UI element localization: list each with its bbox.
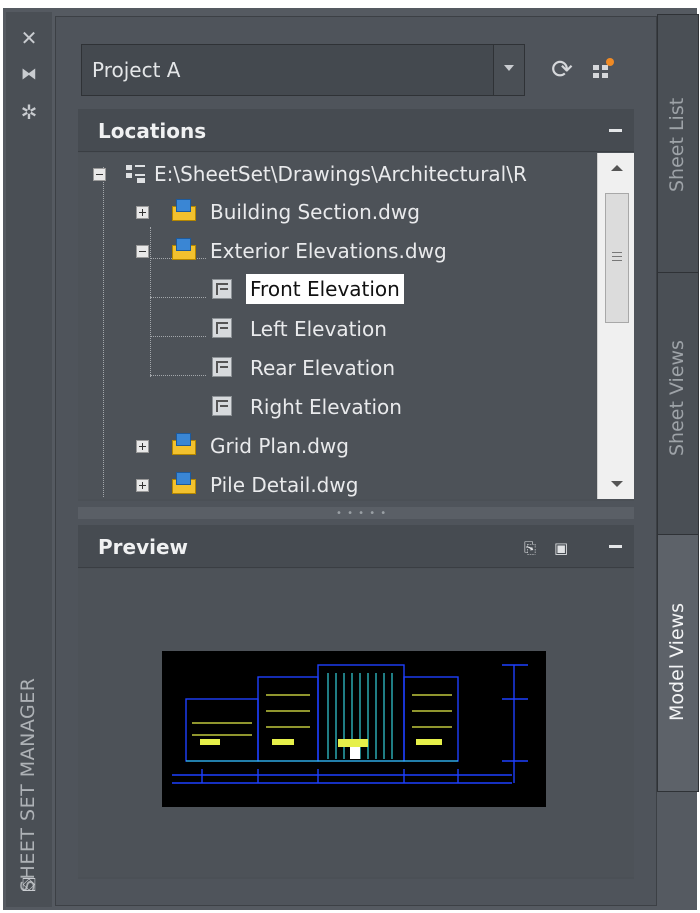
view-icon bbox=[212, 357, 232, 377]
collapse-icon[interactable] bbox=[136, 245, 149, 258]
tree-item-right-elevation[interactable]: Right Elevation bbox=[78, 388, 596, 424]
expand-icon[interactable] bbox=[136, 206, 149, 219]
palette-title: SHEET SET MANAGER bbox=[17, 677, 39, 892]
tab-model-views[interactable]: Model Views bbox=[657, 534, 699, 792]
tree-root[interactable]: E:\SheetSet\Drawings\Architectural\R bbox=[78, 155, 596, 191]
tree-item-label: Building Section.dwg bbox=[210, 200, 420, 224]
preview-section: Preview ⎘ ▣ bbox=[78, 525, 634, 879]
locations-scrollbar[interactable] bbox=[597, 153, 634, 499]
dwg-file-icon bbox=[172, 433, 196, 455]
dwg-file-icon bbox=[172, 472, 196, 494]
dwg-file-icon bbox=[172, 199, 196, 221]
tree-item-label: Exterior Elevations.dwg bbox=[210, 239, 447, 263]
locations-header: Locations bbox=[78, 109, 634, 152]
tree-item-label: Grid Plan.dwg bbox=[210, 434, 349, 458]
locations-section: Locations E:\SheetSet\Drawings\Architect… bbox=[78, 109, 634, 501]
tree-item-label: Right Elevation bbox=[250, 395, 402, 419]
chevron-down-icon bbox=[504, 65, 514, 71]
tree-item-label: Front Elevation bbox=[246, 274, 404, 304]
palette-title-strip: ✕ ⧓ ✲ SHEET SET MANAGER ⛋ bbox=[6, 12, 52, 907]
view-icon bbox=[212, 396, 232, 416]
scroll-up-icon[interactable] bbox=[611, 165, 623, 171]
model-view-icon[interactable] bbox=[586, 55, 618, 87]
expand-icon[interactable] bbox=[136, 479, 149, 492]
scroll-thumb[interactable] bbox=[605, 193, 629, 323]
tab-model-views-label: Model Views bbox=[666, 602, 688, 721]
tree-item-label: Pile Detail.dwg bbox=[210, 473, 359, 497]
scroll-down-icon[interactable] bbox=[611, 481, 623, 487]
locations-tree: E:\SheetSet\Drawings\Architectural\R Bui… bbox=[78, 153, 596, 499]
preview-header: Preview ⎘ ▣ bbox=[78, 525, 634, 568]
tree-item-front-elevation[interactable]: Front Elevation bbox=[78, 271, 596, 307]
refresh-icon[interactable]: ⟳ bbox=[546, 55, 578, 87]
tree-root-label: E:\SheetSet\Drawings\Architectural\R bbox=[154, 162, 527, 186]
collapse-icon[interactable] bbox=[93, 168, 106, 181]
drawing-preview-image bbox=[162, 651, 546, 807]
dwg-file-icon bbox=[172, 238, 196, 260]
tab-sheet-list-label: Sheet List bbox=[666, 97, 688, 192]
tree-item-label: Rear Elevation bbox=[250, 356, 396, 380]
project-select-value: Project A bbox=[92, 58, 181, 82]
tree-item-rear-elevation[interactable]: Rear Elevation bbox=[78, 349, 596, 385]
tab-sheet-views[interactable]: Sheet Views bbox=[657, 272, 699, 536]
preview-title: Preview bbox=[98, 535, 189, 559]
tab-sheet-list[interactable]: Sheet List bbox=[657, 14, 699, 274]
tree-item-grid-plan[interactable]: Grid Plan.dwg bbox=[78, 427, 596, 463]
main-panel: Project A ⟳ Locations E:\SheetSet\Drawin… bbox=[55, 16, 657, 906]
tree-item-building-section[interactable]: Building Section.dwg bbox=[78, 193, 596, 229]
tab-sheet-views-label: Sheet Views bbox=[666, 340, 688, 456]
preview-image-icon[interactable]: ▣ bbox=[554, 539, 568, 557]
close-icon[interactable]: ✕ bbox=[6, 26, 52, 50]
minimize-icon[interactable] bbox=[609, 129, 622, 132]
preview-area bbox=[78, 569, 634, 877]
tree-item-exterior-elevations[interactable]: Exterior Elevations.dwg bbox=[78, 232, 596, 268]
panel-splitter[interactable]: • • • • • bbox=[78, 507, 634, 519]
view-icon bbox=[212, 279, 232, 299]
view-icon bbox=[212, 318, 232, 338]
tree-item-pile-detail[interactable]: Pile Detail.dwg bbox=[78, 466, 596, 499]
project-select[interactable]: Project A bbox=[81, 44, 525, 96]
location-icon bbox=[126, 165, 146, 183]
expand-icon[interactable] bbox=[136, 440, 149, 453]
locations-title: Locations bbox=[98, 119, 207, 143]
project-select-dropdown-arrow[interactable] bbox=[493, 45, 524, 95]
tree-item-label: Left Elevation bbox=[250, 317, 387, 341]
tree-item-left-elevation[interactable]: Left Elevation bbox=[78, 310, 596, 346]
sheetset-icon[interactable]: ⛋ bbox=[6, 874, 52, 898]
minimize-icon[interactable] bbox=[609, 545, 622, 548]
properties-icon[interactable]: ✲ bbox=[6, 100, 52, 124]
details-icon[interactable]: ⎘ bbox=[524, 539, 536, 557]
auto-hide-icon[interactable]: ⧓ bbox=[6, 62, 52, 86]
